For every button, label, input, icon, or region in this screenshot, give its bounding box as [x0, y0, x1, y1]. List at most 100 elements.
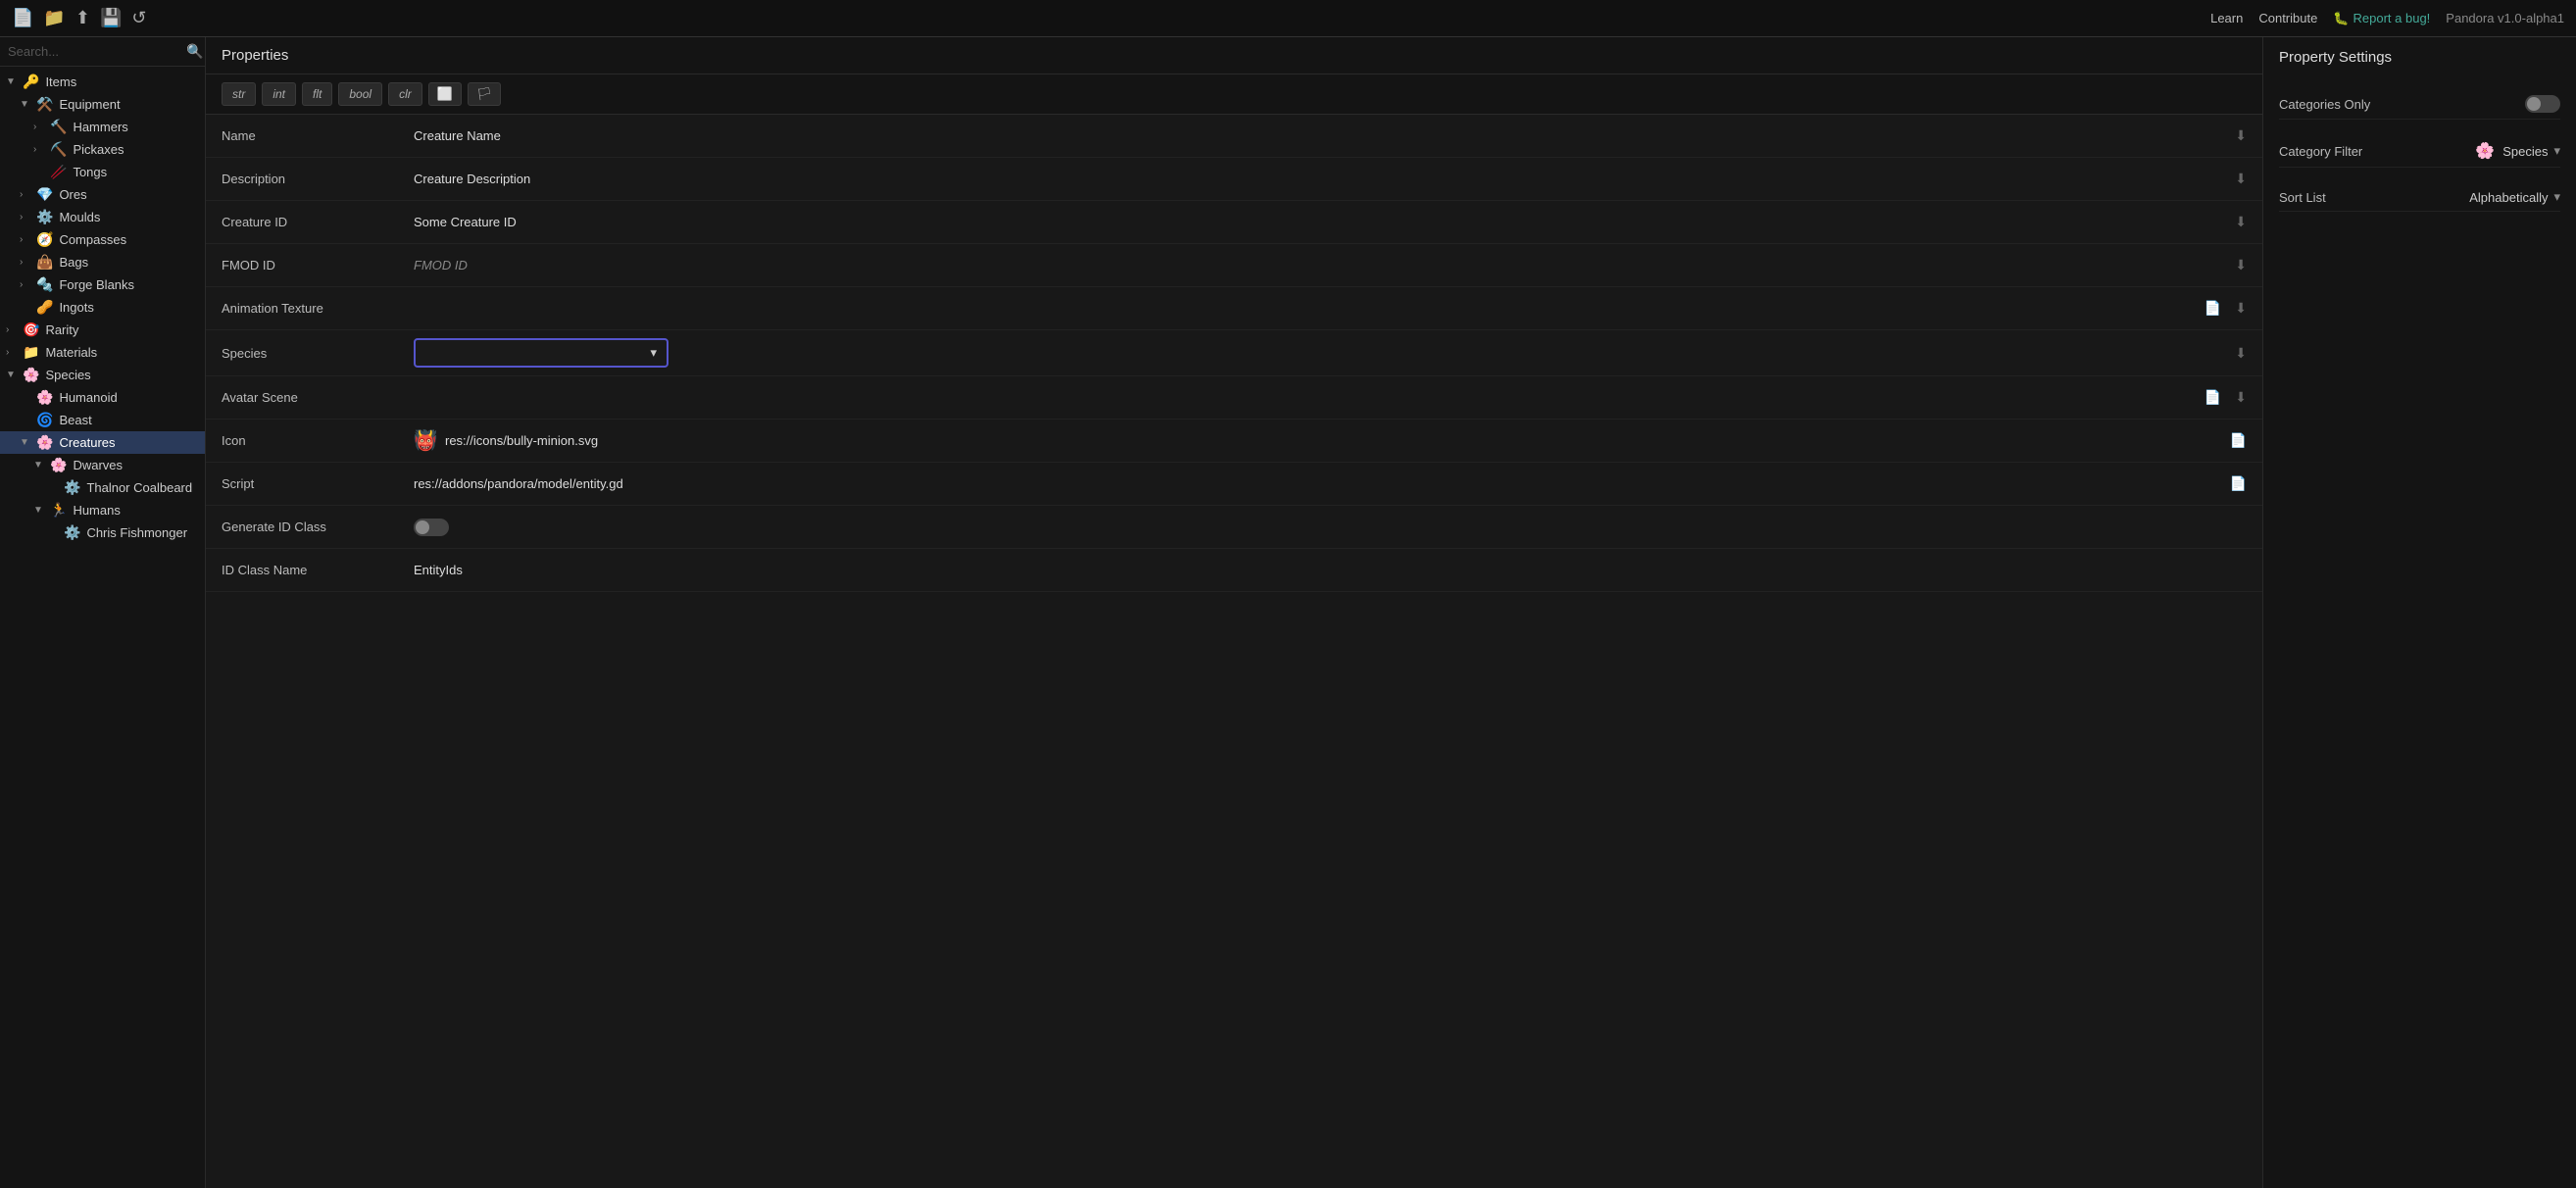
- bug-icon: 🐛: [2333, 11, 2349, 26]
- tree-arrow-items: ▼: [6, 76, 20, 87]
- sidebar-item-creatures[interactable]: ▼🌸Creatures: [0, 431, 205, 454]
- tree-emoji-dwarves: 🌸: [50, 457, 67, 473]
- tree-emoji-creatures: 🌸: [36, 434, 53, 451]
- sidebar-item-ores[interactable]: ›💎Ores: [0, 183, 205, 206]
- tree-label-thalnor: Thalnor Coalbeard: [86, 480, 192, 495]
- tree-emoji-beast: 🌀: [36, 412, 53, 428]
- new-file-icon[interactable]: 📄: [12, 8, 33, 28]
- sidebar-item-hammers[interactable]: ›🔨Hammers: [0, 116, 205, 138]
- prop-download-button-6[interactable]: ⬇: [2231, 387, 2251, 408]
- prop-actions-7: 📄: [2214, 430, 2262, 451]
- sort-list-dropdown[interactable]: Alphabetically ▾: [2469, 189, 2560, 205]
- type-flag-button[interactable]: 🏳: [468, 82, 502, 106]
- prop-row-8: Scriptres://addons/pandora/model/entity.…: [206, 463, 2262, 506]
- search-input[interactable]: [8, 44, 180, 59]
- type-clr-button[interactable]: clr: [388, 82, 422, 106]
- sort-list-row: Sort List Alphabetically ▾: [2279, 183, 2560, 212]
- category-filter-dropdown[interactable]: Species ▾: [2502, 143, 2560, 159]
- type-int-button[interactable]: int: [262, 82, 296, 106]
- sidebar-item-chris[interactable]: ⚙️Chris Fishmonger: [0, 521, 205, 544]
- tree-emoji-compasses: 🧭: [36, 231, 53, 248]
- tree-emoji-species: 🌸: [23, 367, 39, 383]
- prop-file-button-8[interactable]: 📄: [2226, 473, 2251, 494]
- type-str-button[interactable]: str: [222, 82, 256, 106]
- sidebar-item-rarity[interactable]: ›🎯Rarity: [0, 319, 205, 341]
- tree-emoji-pickaxes: ⛏️: [50, 141, 67, 158]
- prop-download-button-2[interactable]: ⬇: [2231, 212, 2251, 232]
- sidebar-item-bags[interactable]: ›👜Bags: [0, 251, 205, 273]
- learn-link[interactable]: Learn: [2210, 11, 2243, 25]
- species-dropdown[interactable]: ▾: [414, 338, 669, 368]
- prop-actions-5: ⬇: [2219, 343, 2262, 364]
- prop-download-button-4[interactable]: ⬇: [2231, 298, 2251, 319]
- prop-name-5: Species: [206, 338, 402, 369]
- save-icon[interactable]: 💾: [100, 8, 122, 28]
- sidebar-item-tongs[interactable]: 🥢Tongs: [0, 161, 205, 183]
- prop-name-9: Generate ID Class: [206, 512, 402, 542]
- prop-name-1: Description: [206, 164, 402, 194]
- upload-icon[interactable]: ⬆: [75, 8, 90, 28]
- sidebar: 🔍 ▼🔑Items▼⚒️Equipment›🔨Hammers›⛏️Pickaxe…: [0, 37, 206, 1188]
- contribute-link[interactable]: Contribute: [2258, 11, 2317, 25]
- topbar-right: Learn Contribute 🐛 Report a bug! Pandora…: [2210, 11, 2564, 26]
- undo-icon[interactable]: ↺: [131, 8, 146, 28]
- properties-header: Properties: [206, 37, 2262, 74]
- prop-download-button-3[interactable]: ⬇: [2231, 255, 2251, 275]
- sidebar-item-humanoid[interactable]: 🌸Humanoid: [0, 386, 205, 409]
- prop-file-button-6[interactable]: 📄: [2201, 387, 2225, 408]
- categories-only-label: Categories Only: [2279, 97, 2370, 112]
- tree-arrow-humans: ▼: [33, 505, 47, 516]
- prop-row-3: FMOD IDFMOD ID⬇: [206, 244, 2262, 287]
- prop-row-1: DescriptionCreature Description⬇: [206, 158, 2262, 201]
- type-box-button[interactable]: ⬜: [428, 82, 462, 106]
- sidebar-item-dwarves[interactable]: ▼🌸Dwarves: [0, 454, 205, 476]
- categories-only-toggle[interactable]: [2525, 95, 2560, 113]
- tree-emoji-bags: 👜: [36, 254, 53, 271]
- sidebar-item-pickaxes[interactable]: ›⛏️Pickaxes: [0, 138, 205, 161]
- tree-label-dwarves: Dwarves: [73, 458, 123, 472]
- type-flt-button[interactable]: flt: [302, 82, 332, 106]
- prop-name-7: Icon: [206, 425, 402, 456]
- bug-report-link[interactable]: 🐛 Report a bug!: [2333, 11, 2430, 26]
- categories-only-value: [2525, 95, 2560, 113]
- sidebar-item-moulds[interactable]: ›⚙️Moulds: [0, 206, 205, 228]
- props-table: NameCreature Name⬇DescriptionCreature De…: [206, 115, 2262, 1188]
- categories-only-row: Categories Only: [2279, 89, 2560, 120]
- tree-emoji-equipment: ⚒️: [36, 96, 53, 113]
- tree-label-bags: Bags: [59, 255, 88, 270]
- prop-name-4: Animation Texture: [206, 293, 402, 323]
- prop-actions-4: 📄⬇: [2189, 298, 2262, 319]
- topbar-left: 📄 📁 ⬆ 💾 ↺: [12, 8, 146, 28]
- prop-file-button-7[interactable]: 📄: [2226, 430, 2251, 451]
- sidebar-item-materials[interactable]: ›📁Materials: [0, 341, 205, 364]
- sidebar-item-forge-blanks[interactable]: ›🔩Forge Blanks: [0, 273, 205, 296]
- search-icon[interactable]: 🔍: [186, 43, 203, 60]
- tree-emoji-rarity: 🎯: [23, 322, 39, 338]
- prop-actions-3: ⬇: [2219, 255, 2262, 275]
- type-buttons: str int flt bool clr ⬜ 🏳: [206, 74, 2262, 115]
- prop-download-button-5[interactable]: ⬇: [2231, 343, 2251, 364]
- sidebar-item-thalnor[interactable]: ⚙️Thalnor Coalbeard: [0, 476, 205, 499]
- tree-arrow-rarity: ›: [6, 324, 20, 335]
- sidebar-item-equipment[interactable]: ▼⚒️Equipment: [0, 93, 205, 116]
- prop-file-button-4[interactable]: 📄: [2201, 298, 2225, 319]
- type-bool-button[interactable]: bool: [338, 82, 382, 106]
- prop-value-4: [402, 301, 2189, 317]
- sidebar-item-beast[interactable]: 🌀Beast: [0, 409, 205, 431]
- open-folder-icon[interactable]: 📁: [43, 8, 65, 28]
- tree-emoji-humanoid: 🌸: [36, 389, 53, 406]
- prop-toggle-9[interactable]: [414, 519, 449, 536]
- prop-download-button-1[interactable]: ⬇: [2231, 169, 2251, 189]
- sidebar-item-items[interactable]: ▼🔑Items: [0, 71, 205, 93]
- tree-arrow-hammers: ›: [33, 122, 47, 132]
- sidebar-item-species[interactable]: ▼🌸Species: [0, 364, 205, 386]
- sidebar-item-humans[interactable]: ▼🏃Humans: [0, 499, 205, 521]
- tree-emoji-forge-blanks: 🔩: [36, 276, 53, 293]
- tree-arrow-species: ▼: [6, 370, 20, 380]
- tree-label-creatures: Creatures: [59, 435, 115, 450]
- tree-arrow-ores: ›: [20, 189, 33, 200]
- sidebar-item-compasses[interactable]: ›🧭Compasses: [0, 228, 205, 251]
- prop-download-button-0[interactable]: ⬇: [2231, 125, 2251, 146]
- sidebar-item-ingots[interactable]: 🥜Ingots: [0, 296, 205, 319]
- tree-emoji-items: 🔑: [23, 74, 39, 90]
